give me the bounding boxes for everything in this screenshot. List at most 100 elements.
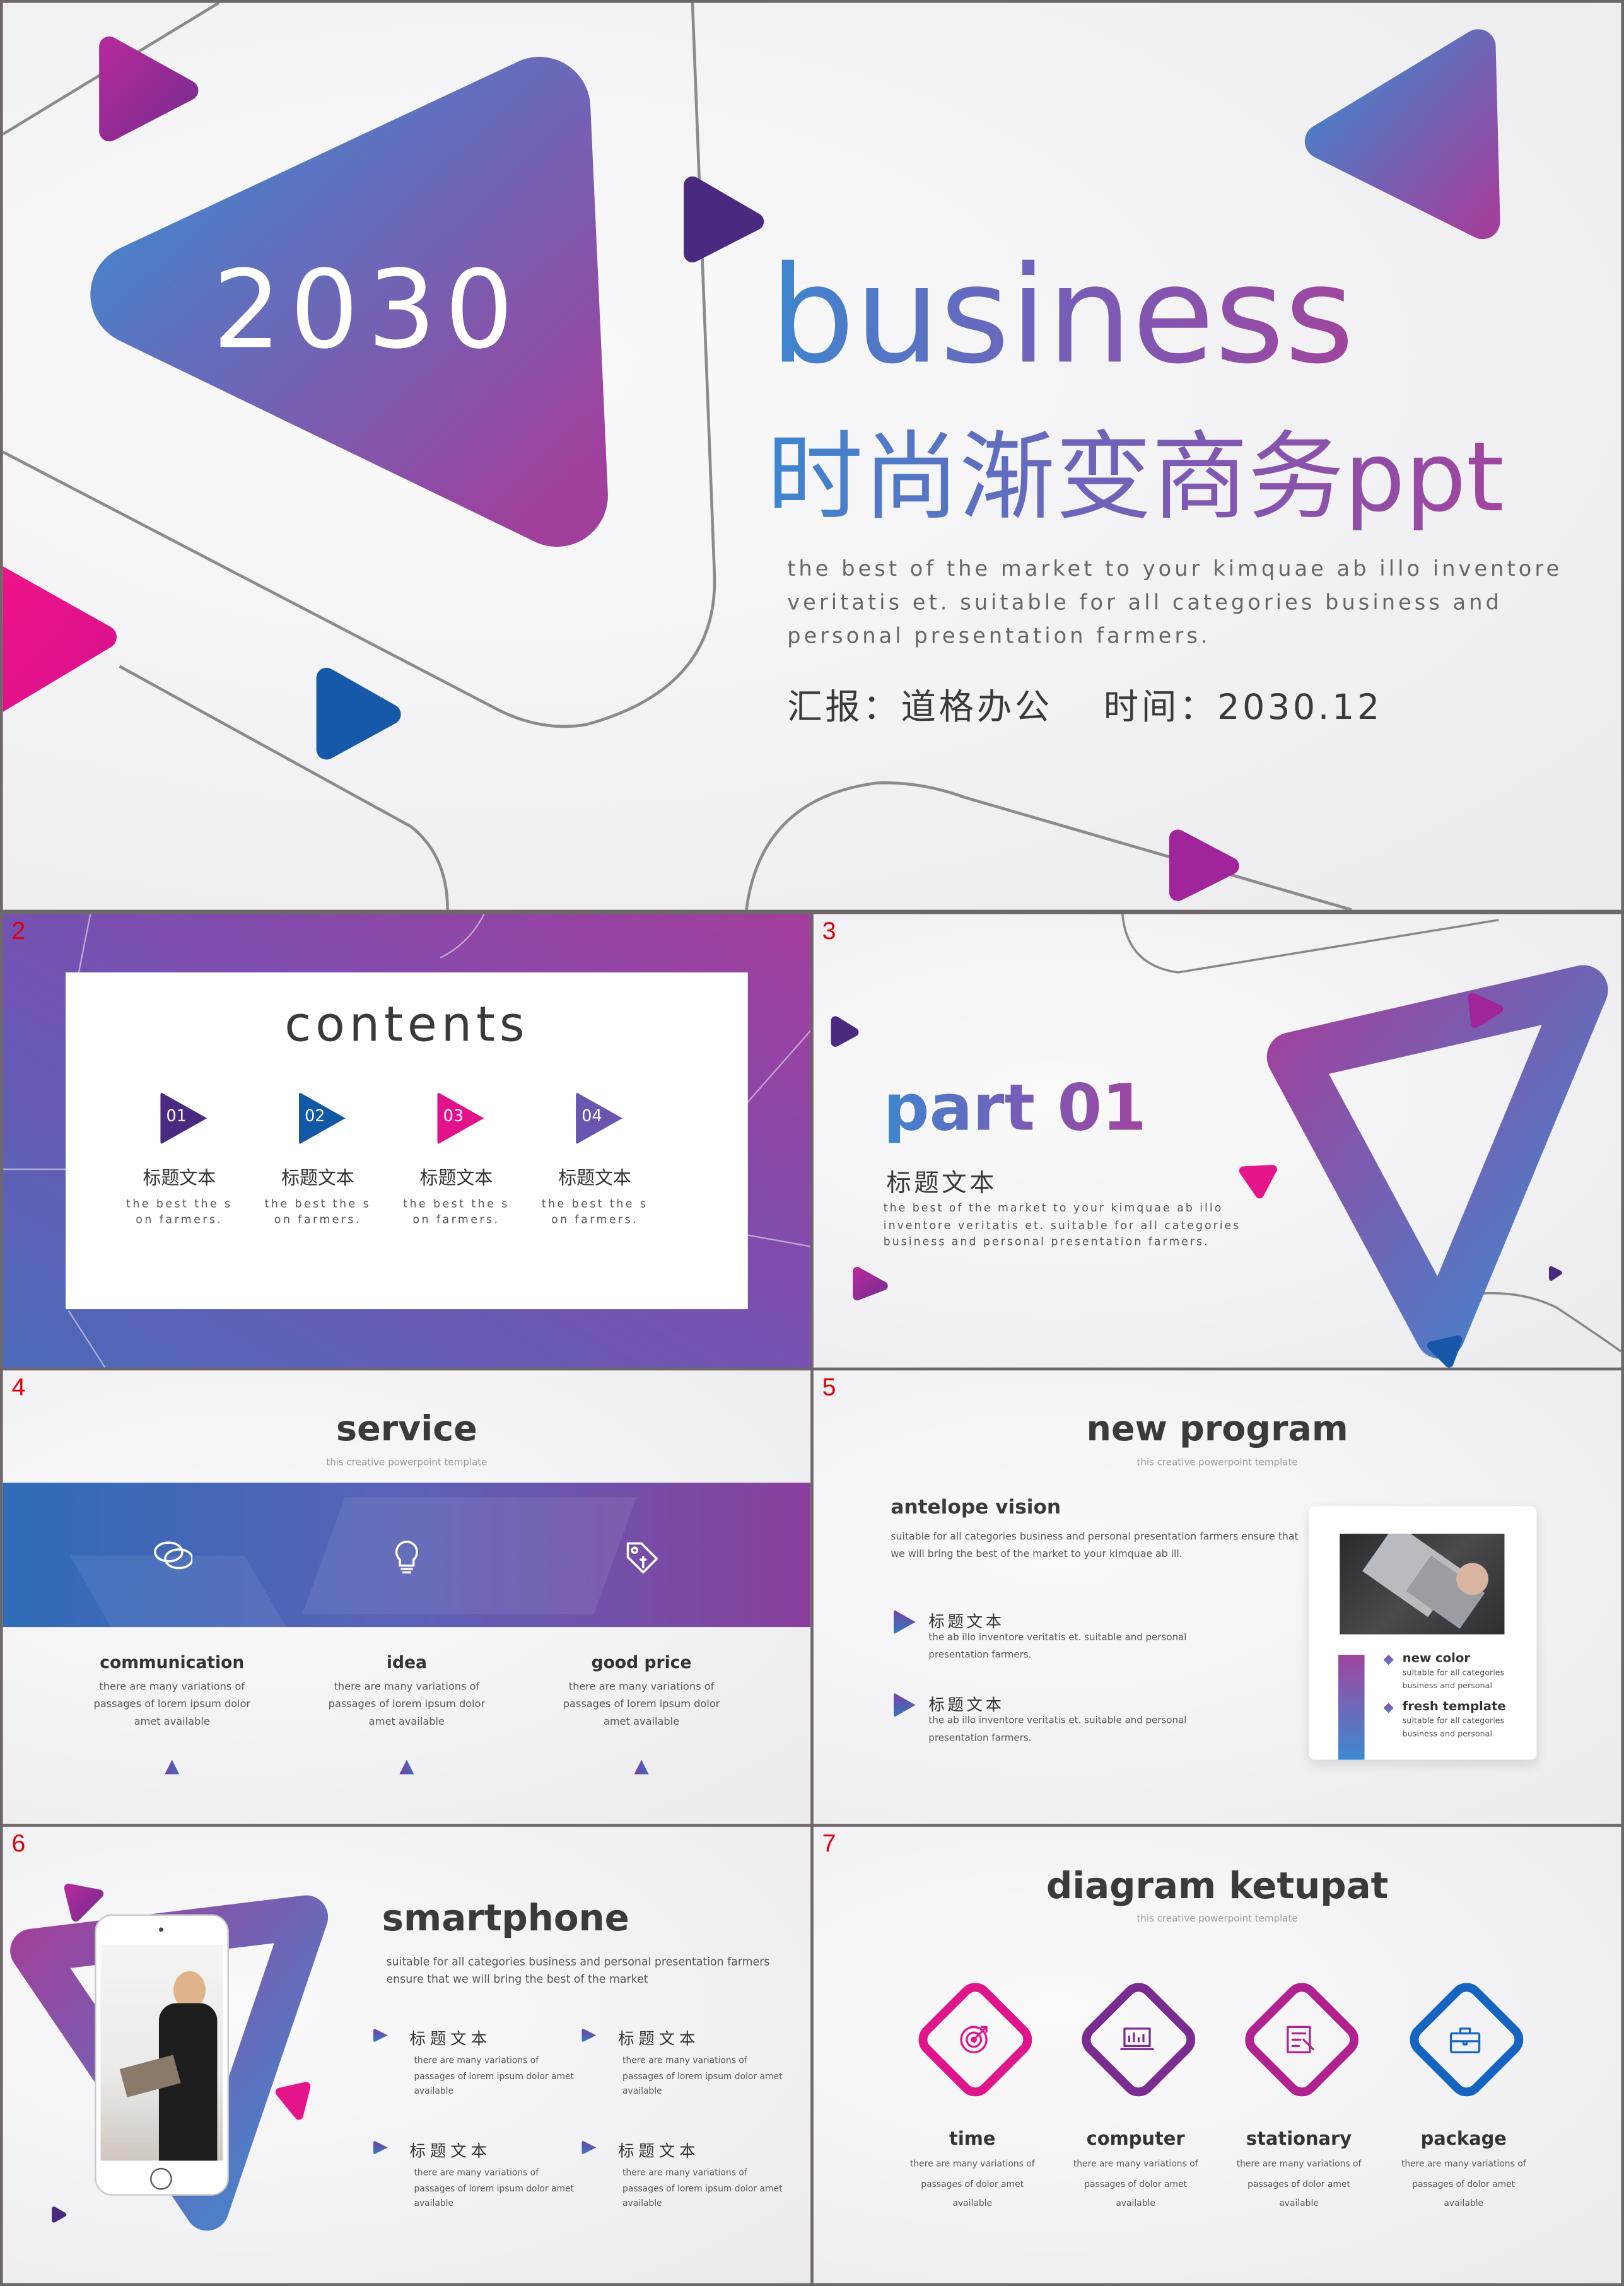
year-label: 2030 <box>213 248 522 373</box>
contents-item[interactable]: 04 标题文本 the best the s on farmers. <box>529 1089 660 1235</box>
reporter-label: 汇报：道格办公 <box>787 686 1053 728</box>
card-feature: new color suitable for all categories busi… <box>1382 1652 1528 1698</box>
service-text: amet available <box>368 1716 445 1728</box>
description-line: ensure that we will bring the best of th… <box>386 1973 648 1986</box>
item-number: 02 <box>305 1106 325 1126</box>
program-item: 标题文本 the ab illo inventore veritatis et. … <box>891 1693 1270 1766</box>
stationary-icon <box>1287 2026 1314 2054</box>
triangle-bullet-icon <box>373 2140 388 2155</box>
diagram-item[interactable]: computer there are many variations of pass… <box>1048 1969 1223 2225</box>
description-line: the best of the market to your kimquae a… <box>883 1201 1224 1215</box>
feature-title: 标题文本 <box>618 2029 700 2049</box>
feature-item: 标题文本 there are many variations of passages… <box>373 2139 578 2234</box>
service-text: there are many variations of <box>334 1681 480 1693</box>
service-text: passages of lorem ipsum dolor <box>328 1698 486 1710</box>
date-label: 时间：2030.12 <box>1103 686 1382 728</box>
slide-number: 4 <box>11 1373 26 1401</box>
diagram-item-title: package <box>1420 2127 1507 2149</box>
slide-3-part[interactable]: 3 part 01 标题文本 the best of the market to… <box>813 914 1621 1368</box>
slide-1-title[interactable]: 2030 business 时尚渐变商务ppt the best of the … <box>3 3 1621 910</box>
slide-5-new-program[interactable]: 5 new program this creative powerpoint t… <box>813 1370 1621 1824</box>
diagram-item[interactable]: stationary there are many variations of pa… <box>1212 1969 1386 2225</box>
triangle-shape <box>316 667 401 760</box>
program-item-text: the ab illo inventore veritatis et. suit… <box>928 1714 1187 1727</box>
computer-icon <box>1120 2027 1154 2051</box>
slide-6-smartphone[interactable]: 6 smartphone suitable for all categories… <box>3 1826 811 2283</box>
smartphone-mockup <box>95 1914 229 2196</box>
diagram-item-text: there are many variations of <box>1401 2159 1526 2170</box>
item-text: the best the s <box>126 1197 233 1210</box>
description-line: business and personal presentation farme… <box>883 1235 1210 1248</box>
service-text: there are many variations of <box>99 1681 245 1693</box>
feature-title: 标题文本 <box>409 2142 491 2161</box>
triangle-marker-icon <box>634 1759 649 1775</box>
diagram-item-title: computer <box>1086 2127 1185 2149</box>
service-text: passages of lorem ipsum dolor <box>563 1698 720 1710</box>
feature-text: there are many variations of <box>622 2167 747 2178</box>
service-title: good price <box>591 1652 692 1672</box>
diagram-item-text: available <box>1116 2198 1155 2209</box>
part-description: the best of the market to your kimquae a… <box>884 1200 1241 1251</box>
feature-text: passages of lorem ipsum dolor amet <box>414 2183 574 2194</box>
contents-item[interactable]: 03 标题文本 the best the s on farmers. <box>390 1089 522 1235</box>
program-subtitle: this creative powerpoint template <box>1136 1456 1298 1469</box>
diagram-item-text: there are many variations of <box>909 2159 1035 2170</box>
slide-2-contents[interactable]: 2 contents 01 标题文本 the best the s on farmer… <box>3 914 811 1368</box>
service-text: passages of lorem ipsum dolor <box>93 1698 251 1710</box>
vision-text-line: suitable for all categories business and… <box>891 1531 1299 1542</box>
description-line: suitable for all categories business and… <box>386 1955 770 1969</box>
diagram-item-title: stationary <box>1246 2127 1352 2149</box>
diagram-item[interactable]: package there are many variations of passa… <box>1376 1969 1551 2225</box>
diagram-item-text: passages of dolor amet <box>1084 2179 1188 2190</box>
diagram-item-text: available <box>1444 2198 1484 2209</box>
feature-text: available <box>622 2198 662 2209</box>
contents-item[interactable]: 02 标题文本 the best the s on farmers. <box>252 1089 383 1235</box>
feature-title: 标题文本 <box>409 2029 491 2049</box>
slide-thumbnail-grid: 2030 business 时尚渐变商务ppt the best of the … <box>0 0 1624 2286</box>
service-text: amet available <box>603 1716 680 1728</box>
diagram-item-text: there are many variations of <box>1236 2159 1362 2170</box>
diagram-item-text: available <box>952 2198 993 2209</box>
program-item-text: presentation farmers. <box>928 1648 1032 1660</box>
card-feature: fresh template suitable for all categorie… <box>1382 1700 1528 1747</box>
card-feature-text: business and personal <box>1402 1682 1493 1691</box>
item-number: 03 <box>443 1106 464 1126</box>
decor-line <box>745 781 1352 910</box>
item-title: 标题文本 <box>419 1166 493 1189</box>
diagram-item-text: available <box>1279 2198 1319 2209</box>
item-number: 04 <box>581 1106 602 1126</box>
slide-4-service[interactable]: 4 service this creative powerpoint templ… <box>3 1370 811 1824</box>
vision-text-line: we will bring the best of the market to … <box>891 1548 1183 1560</box>
program-item-title: 标题文本 <box>928 1695 1005 1715</box>
contents-heading: contents <box>284 996 529 1053</box>
laptop-photo <box>1340 1534 1505 1635</box>
price-tag-icon <box>626 1542 658 1574</box>
service-item: idea there are many variations of passages… <box>305 1652 509 1783</box>
item-title: 标题文本 <box>143 1166 216 1189</box>
triangle-bullet-icon <box>581 2140 597 2155</box>
item-text: on farmers. <box>274 1213 361 1227</box>
diamond-bullet-icon <box>1383 1654 1394 1665</box>
diagram-item-text: passages of dolor amet <box>921 2179 1024 2190</box>
chat-icon <box>154 1541 193 1570</box>
triangle-marker-icon <box>165 1759 180 1775</box>
triangle-bullet-icon <box>581 2027 597 2043</box>
subtitle-description: the best of the market to your kimquae a… <box>787 554 1562 655</box>
card-feature-text: business and personal <box>1402 1730 1493 1740</box>
feature-text: passages of lorem ipsum dolor amet <box>414 2071 574 2082</box>
vision-title: antelope vision <box>891 1496 1061 1519</box>
feature-text: there are many variations of <box>622 2055 747 2066</box>
triangle-shape <box>1169 829 1239 901</box>
card-feature-text: suitable for all categories <box>1402 1669 1505 1678</box>
phone-home-button <box>150 2167 172 2190</box>
info-card: new color suitable for all categories busi… <box>1309 1506 1537 1760</box>
contents-item[interactable]: 01 标题文本 the best the s on farmers. <box>114 1089 245 1235</box>
item-text: the best the s <box>403 1197 510 1210</box>
diagram-item[interactable]: time there are many variations of passages… <box>885 1969 1060 2225</box>
slide-number: 5 <box>822 1373 836 1401</box>
vision-text: suitable for all categories business and… <box>891 1528 1298 1563</box>
item-text: on farmers. <box>412 1213 500 1227</box>
slide-7-diagram[interactable]: 7 diagram ketupat this creative powerpoi… <box>813 1826 1621 2283</box>
triangle-shape <box>684 176 764 263</box>
item-title: 标题文本 <box>558 1166 631 1189</box>
